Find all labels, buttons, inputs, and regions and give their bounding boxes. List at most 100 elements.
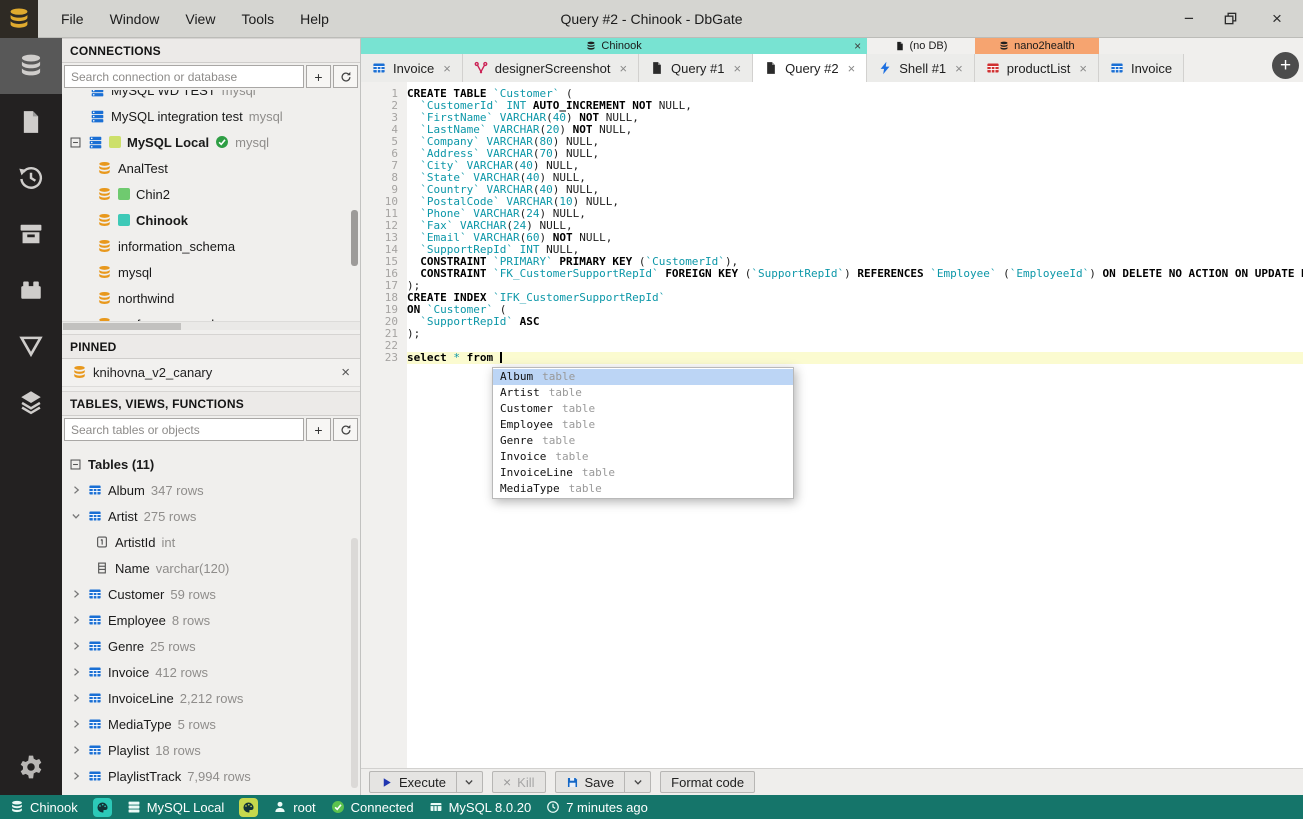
activity-gear-icon[interactable]: [0, 739, 62, 795]
column-item-name[interactable]: Name varchar(120): [62, 555, 360, 581]
execute-button[interactable]: Execute: [369, 771, 457, 793]
database-item-northwind[interactable]: northwind: [62, 285, 360, 311]
table-item-invoice[interactable]: Invoice 412 rows: [62, 659, 360, 685]
close-tab-group-button[interactable]: ×: [854, 38, 861, 54]
scrollbar-thumb[interactable]: [63, 323, 181, 330]
autocomplete-item-album[interactable]: Album table: [493, 369, 793, 385]
close-tab-button[interactable]: ×: [1079, 61, 1087, 76]
tab-invoice[interactable]: Invoice: [1098, 54, 1185, 82]
autocomplete-item-mediatype[interactable]: MediaType table: [493, 481, 793, 497]
connections-search-input[interactable]: [64, 65, 304, 88]
connection-item-mysql-local[interactable]: MySQL Local mysql: [62, 129, 360, 155]
connections-add-button[interactable]: +: [306, 65, 331, 88]
activity-file-icon[interactable]: [0, 94, 62, 150]
database-item-performance-schema[interactable]: performance_schema: [62, 311, 360, 321]
pinned-item-knihovna-v2-canary[interactable]: knihovna_v2_canary ×: [62, 359, 360, 387]
tables-refresh-button[interactable]: [333, 418, 358, 441]
theme-badge[interactable]: [92, 797, 112, 817]
connections-horizontal-scrollbar[interactable]: [62, 321, 360, 330]
sql-editor[interactable]: 1 CREATE TABLE `Customer` (2 `CustomerId`…: [361, 82, 1303, 768]
connections-refresh-button[interactable]: [333, 65, 358, 88]
statusbar-item-mysql-local[interactable]: MySQL Local: [127, 800, 224, 815]
table-item-album[interactable]: Album 347 rows: [62, 477, 360, 503]
kill-button[interactable]: × Kill: [491, 771, 546, 793]
tab-designerscreenshot[interactable]: designerScreenshot ×: [462, 54, 640, 82]
connections-scrollbar-thumb[interactable]: [351, 210, 358, 266]
clock-icon: [546, 800, 560, 814]
tables-add-button[interactable]: +: [306, 418, 331, 441]
line-number: 5: [391, 135, 398, 148]
restore-button[interactable]: [1223, 11, 1243, 26]
tab-query-1[interactable]: Query #1 ×: [639, 54, 754, 82]
connection-item-mysql-integration-test[interactable]: MySQL integration test mysql: [62, 103, 360, 129]
format-code-button[interactable]: Format code: [660, 771, 756, 793]
statusbar-item-7-minutes-ago[interactable]: 7 minutes ago: [546, 800, 648, 815]
statusbar-item-chinook[interactable]: Chinook: [10, 800, 78, 815]
autocomplete-item-genre[interactable]: Genre table: [493, 433, 793, 449]
main-content: CONNECTIONS + MySQL WD TESTmysqlMySQL in…: [0, 38, 1303, 795]
database-item-mysql[interactable]: mysql: [62, 259, 360, 285]
activity-plugin-icon[interactable]: [0, 262, 62, 318]
autocomplete-item-employee[interactable]: Employee table: [493, 417, 793, 433]
suggestion-kind: table: [542, 434, 576, 447]
activity-database-icon[interactable]: [0, 38, 62, 94]
theme-badge[interactable]: [239, 797, 259, 817]
unpin-button[interactable]: ×: [341, 364, 350, 381]
menu-help[interactable]: Help: [287, 0, 342, 37]
database-item-analtest[interactable]: AnalTest: [62, 155, 360, 181]
menu-tools[interactable]: Tools: [228, 0, 287, 37]
connection-item-mysql-wd-test[interactable]: MySQL WD TEST mysql: [62, 90, 360, 103]
activity-history-icon[interactable]: [0, 150, 62, 206]
query-designer-icon: [18, 333, 44, 359]
tables-search-input[interactable]: [64, 418, 304, 441]
database-item-chin2[interactable]: Chin2: [62, 181, 360, 207]
table-item-genre[interactable]: Genre 25 rows: [62, 633, 360, 659]
save-dropdown-button[interactable]: [625, 771, 652, 793]
execute-dropdown-button[interactable]: [456, 771, 483, 793]
table-item-customer[interactable]: Customer 59 rows: [62, 581, 360, 607]
statusbar-item-connected[interactable]: Connected: [331, 800, 414, 815]
tab-group-tabs: Invoice × designerScreenshot × Query #1 × Quer…: [361, 54, 868, 82]
statusbar-item-mysql-8-0-20[interactable]: MySQL 8.0.20: [429, 800, 531, 815]
autocomplete-item-customer[interactable]: Customer table: [493, 401, 793, 417]
database-item-information-schema[interactable]: information_schema: [62, 233, 360, 259]
close-tab-button[interactable]: ×: [443, 61, 451, 76]
minimize-button[interactable]: −: [1179, 10, 1199, 27]
close-tab-button[interactable]: ×: [955, 61, 963, 76]
close-tab-button[interactable]: ×: [848, 61, 856, 76]
tab-query-2[interactable]: Query #2 ×: [753, 54, 868, 82]
table-item-invoiceline[interactable]: InvoiceLine 2,212 rows: [62, 685, 360, 711]
tables-scrollbar-thumb[interactable]: [351, 538, 358, 788]
autocomplete-item-invoiceline[interactable]: InvoiceLine table: [493, 465, 793, 481]
table-name: Customer: [108, 586, 165, 602]
tab-shell-1[interactable]: Shell #1 ×: [867, 54, 975, 82]
menu-file[interactable]: File: [48, 0, 97, 37]
close-tab-button[interactable]: ×: [619, 61, 627, 76]
table-item-playlist[interactable]: Playlist 18 rows: [62, 737, 360, 763]
column-name: Name: [115, 560, 150, 576]
autocomplete-item-invoice[interactable]: Invoice table: [493, 449, 793, 465]
activity-archive-icon[interactable]: [0, 206, 62, 262]
statusbar-item-root[interactable]: root: [273, 800, 316, 815]
new-tab-button[interactable]: +: [1272, 52, 1299, 79]
database-item-chinook[interactable]: Chinook: [62, 207, 360, 233]
table-item-artist[interactable]: Artist 275 rows: [62, 503, 360, 529]
menu-window[interactable]: Window: [97, 0, 173, 37]
column-item-artistid[interactable]: ArtistId int: [62, 529, 360, 555]
menu-view[interactable]: View: [172, 0, 228, 37]
table-item-employee[interactable]: Employee 8 rows: [62, 607, 360, 633]
tables-group-row[interactable]: Tables (11): [62, 451, 360, 477]
table-item-mediatype[interactable]: MediaType 5 rows: [62, 711, 360, 737]
tab-invoice[interactable]: Invoice ×: [361, 54, 463, 82]
table-item-playlisttrack[interactable]: PlaylistTrack 7,994 rows: [62, 763, 360, 789]
activity-layers-icon[interactable]: [0, 374, 62, 430]
autocomplete-item-artist[interactable]: Artist table: [493, 385, 793, 401]
dbgate-window: File Window View Tools Help Query #2 - Chino…: [0, 0, 1303, 819]
database-icon: [97, 187, 112, 202]
activity-query-designer-icon[interactable]: [0, 318, 62, 374]
close-tab-button[interactable]: ×: [734, 61, 742, 76]
save-button[interactable]: Save: [554, 771, 626, 793]
tab-productlist[interactable]: productList ×: [974, 54, 1099, 82]
close-button[interactable]: ×: [1267, 10, 1287, 27]
